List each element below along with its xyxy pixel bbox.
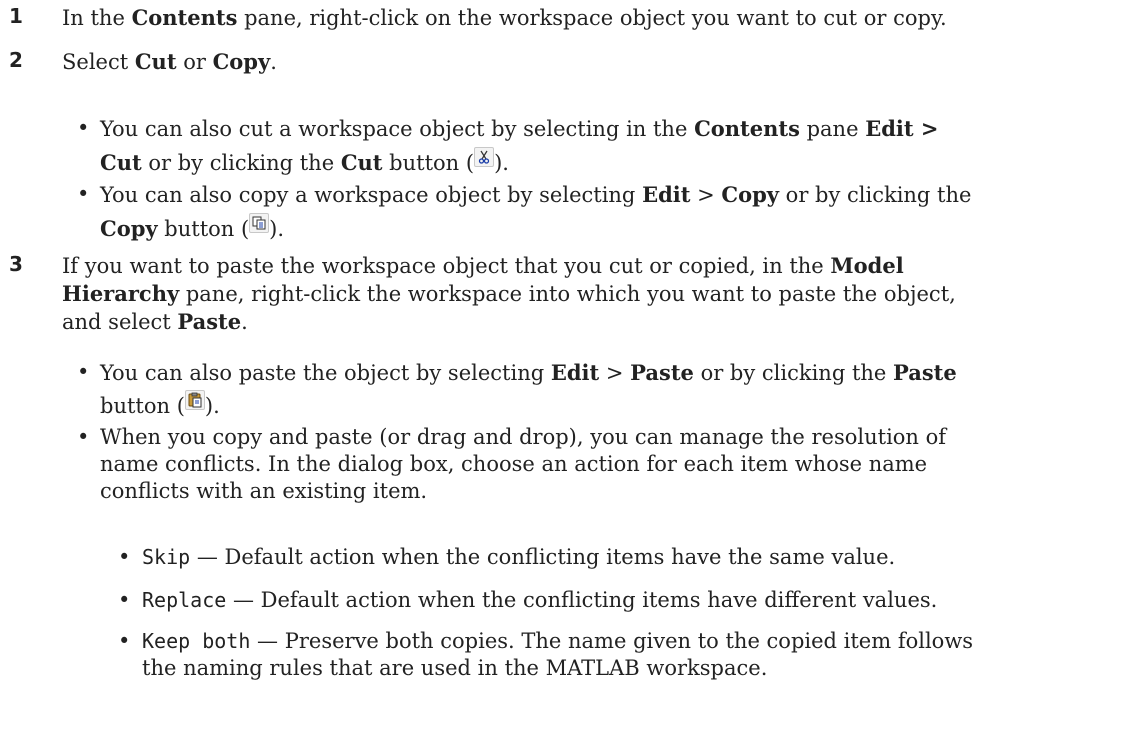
scissors-icon: [474, 147, 495, 167]
step-text: If you want to paste the workspace objec…: [62, 253, 956, 334]
step-number: 2: [9, 48, 23, 72]
step-number: 1: [9, 4, 23, 28]
copy-icon: [249, 213, 270, 233]
bullet-cut: • You can also cut a workspace object by…: [77, 116, 939, 175]
step-number: 3: [9, 252, 23, 276]
bullet-copy: • You can also copy a workspace object b…: [77, 182, 972, 241]
option-keep-both: • Keep both — Preserve both copies. The …: [118, 629, 974, 680]
option-skip: • Skip — Default action when the conflic…: [118, 545, 896, 569]
step-text: In the Contents pane, right-click on the…: [62, 5, 947, 30]
document-page: 1 In the Contents pane, right-click on t…: [0, 0, 1123, 747]
bullet-paste: • You can also paste the object by selec…: [77, 360, 957, 418]
bullet-conflicts: • When you copy and paste (or drag and d…: [77, 425, 947, 503]
option-replace: • Replace — Default action when the conf…: [118, 588, 938, 612]
step-text: Select Cut or Copy.: [62, 49, 277, 74]
paste-icon: [184, 390, 205, 410]
